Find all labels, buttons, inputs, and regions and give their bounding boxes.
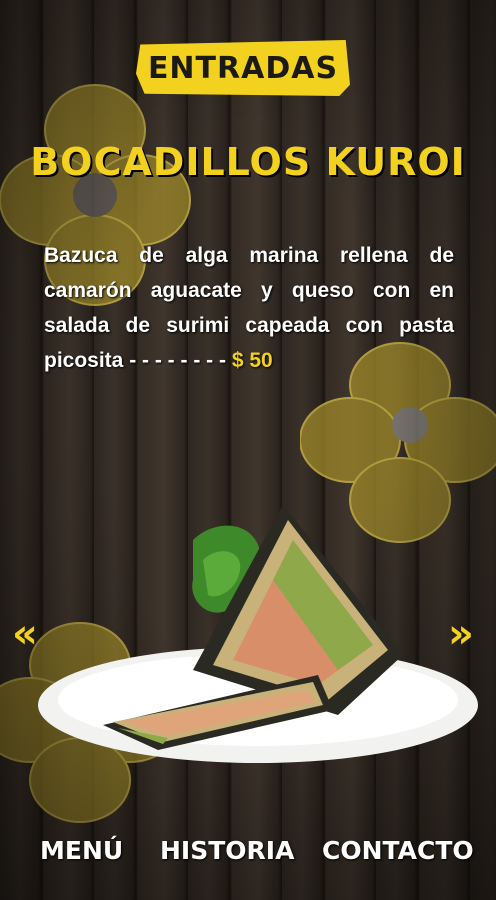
dish-photo bbox=[38, 505, 478, 763]
nav-menu[interactable]: MENÚ bbox=[40, 836, 123, 865]
previous-button[interactable]: « bbox=[12, 614, 38, 654]
next-button[interactable]: » bbox=[448, 614, 474, 654]
nav-history[interactable]: HISTORIA bbox=[160, 836, 294, 865]
category-banner: ENTRADAS bbox=[136, 40, 350, 96]
dish-description: Bazuca de alga marina rellena de camarón… bbox=[44, 238, 454, 378]
bottom-navigation: MENÚ HISTORIA CONTACTO bbox=[0, 836, 496, 876]
double-chevron-left-icon: « bbox=[12, 611, 38, 657]
nav-contact[interactable]: CONTACTO bbox=[322, 836, 474, 865]
dish-price: $ 50 bbox=[231, 349, 273, 372]
dish-title: BOCADILLOS KUROI bbox=[30, 140, 466, 184]
double-chevron-right-icon: » bbox=[448, 611, 474, 657]
category-label: ENTRADAS bbox=[147, 50, 339, 86]
